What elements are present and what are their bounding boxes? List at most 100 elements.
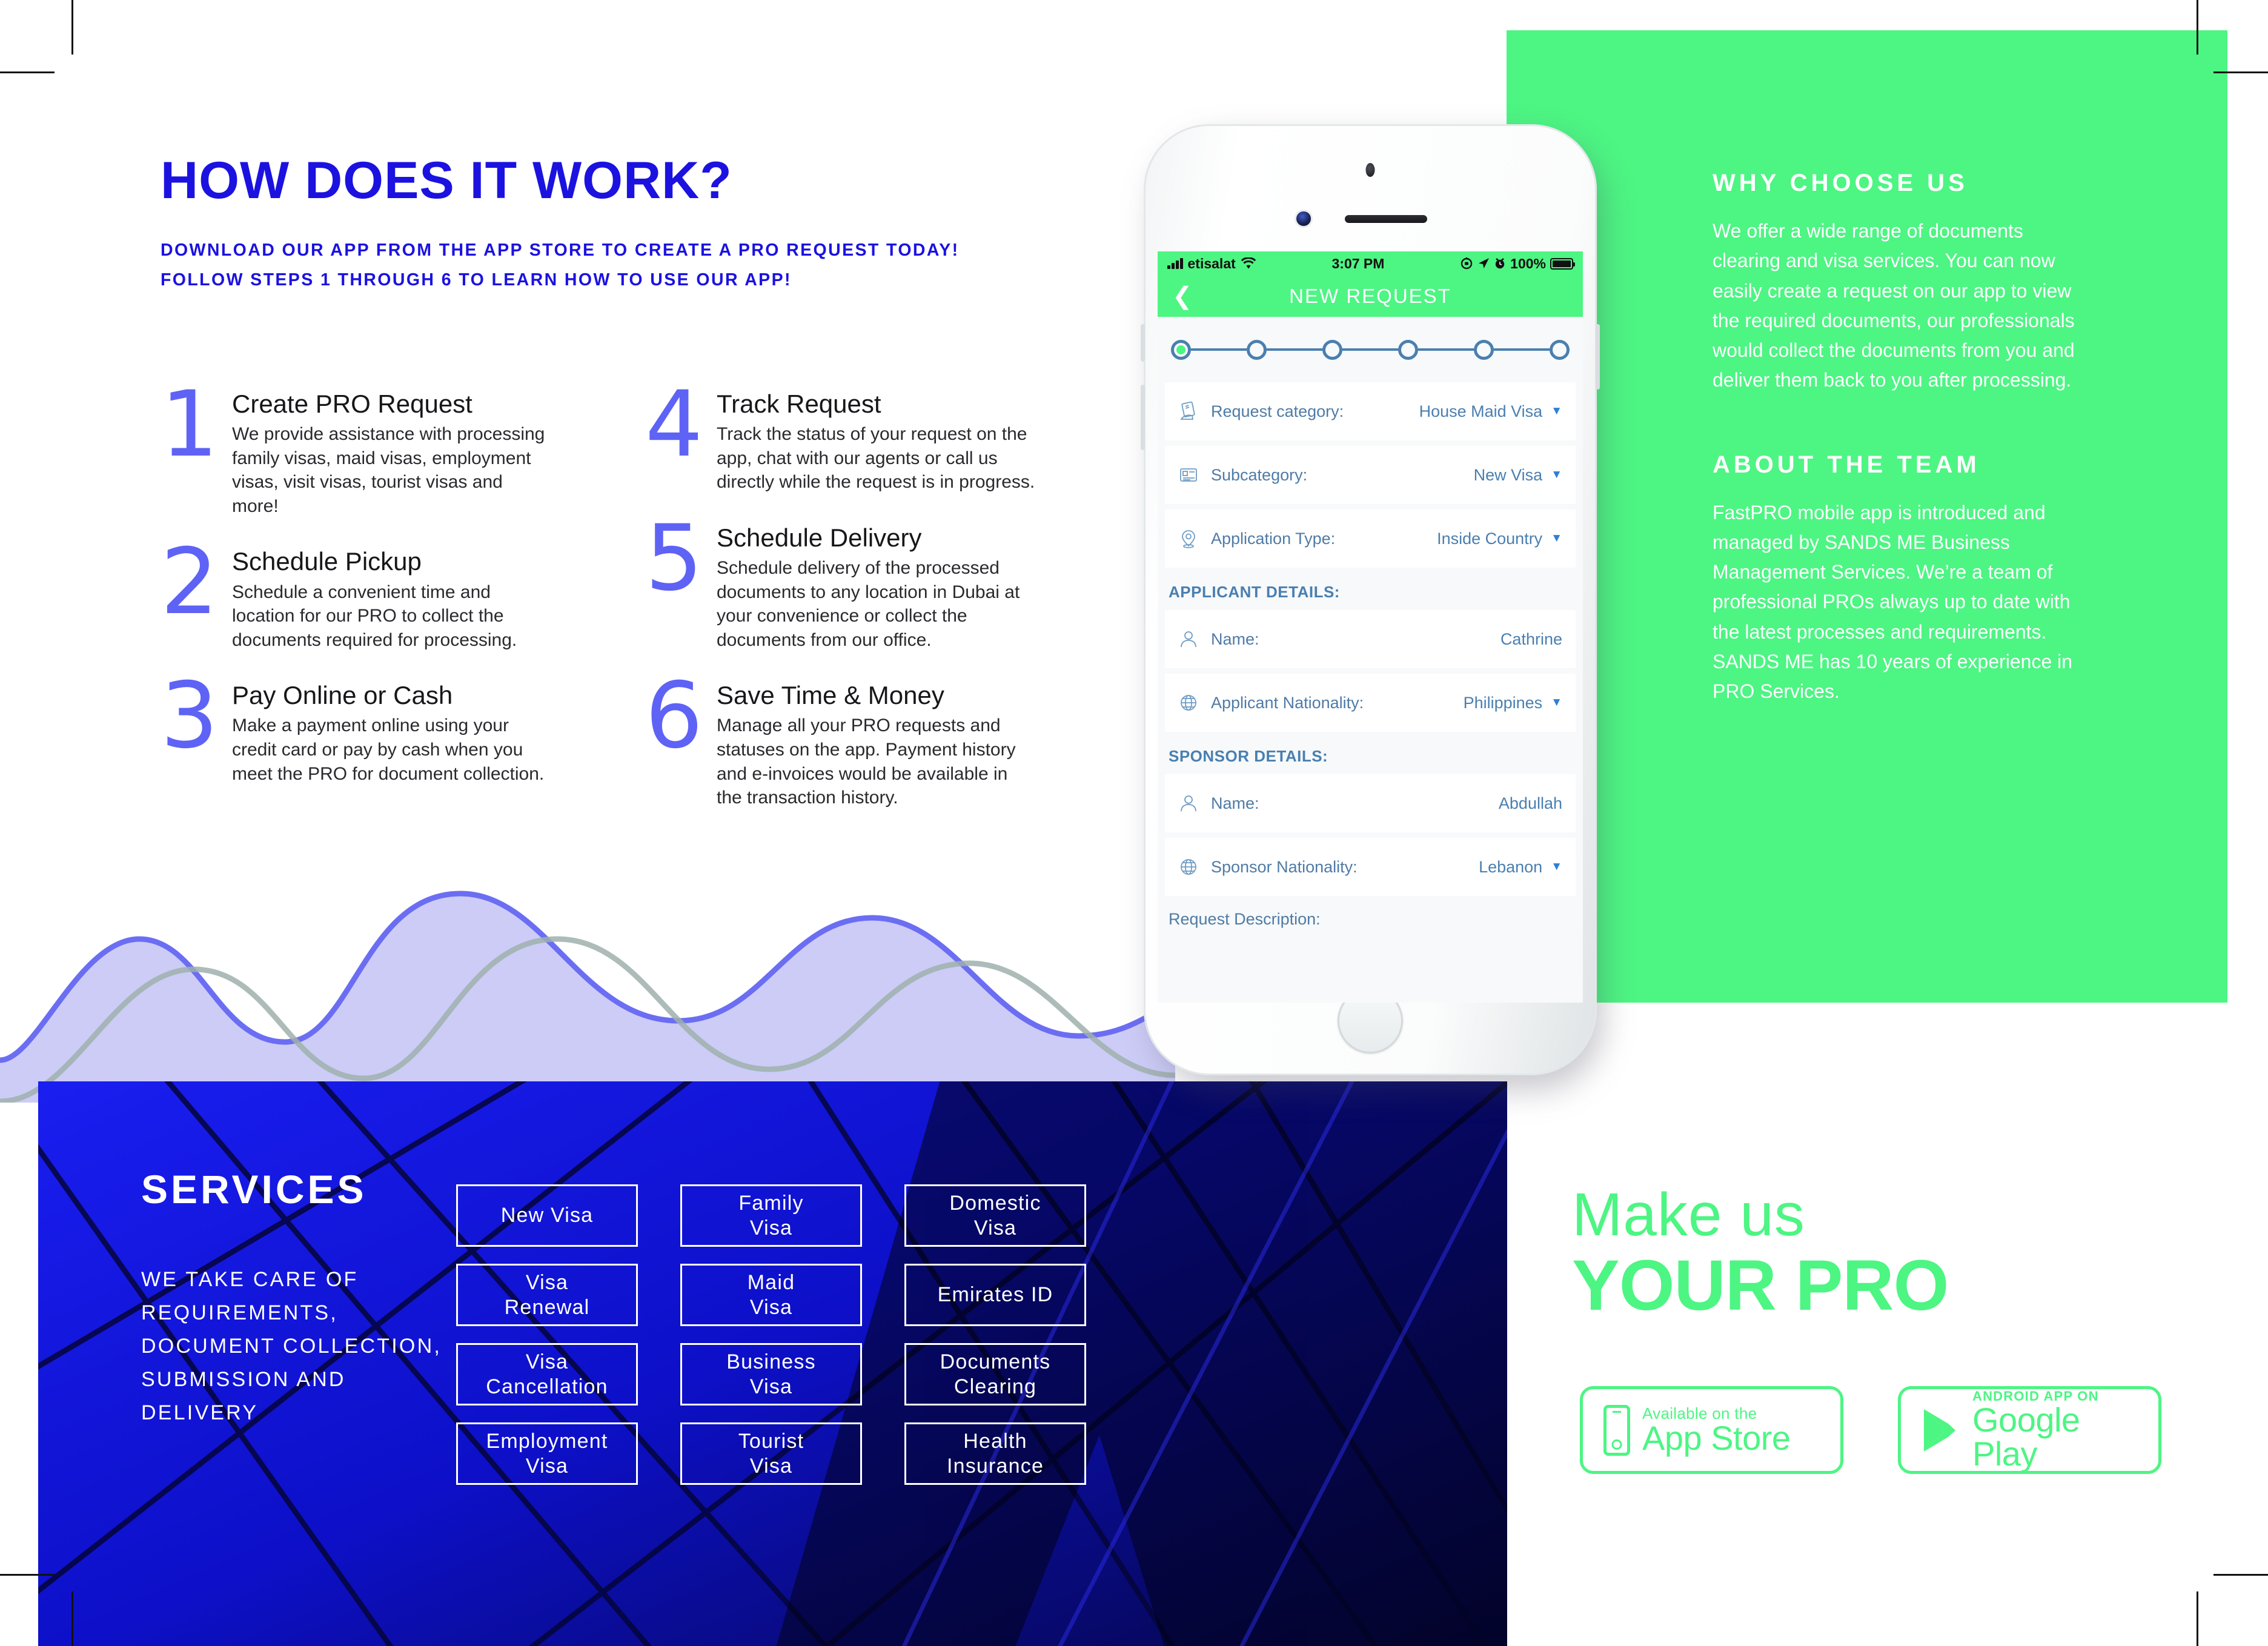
chevron-down-icon[interactable]: ▼ [1551, 468, 1562, 482]
store-badges: Available on the App Store ANDROID APP O… [1580, 1386, 2161, 1474]
service-box[interactable]: Documents Clearing [904, 1343, 1086, 1405]
stepper-connector [1494, 348, 1550, 351]
crop-mark-bottom-left-v [71, 1591, 73, 1646]
service-box[interactable]: Emirates ID [904, 1264, 1086, 1326]
chevron-down-icon[interactable]: ▼ [1551, 860, 1562, 874]
wave-decoration [0, 891, 1175, 1103]
signal-bars-icon [1167, 258, 1183, 269]
chevron-down-icon[interactable]: ▼ [1551, 532, 1562, 545]
service-box[interactable]: Health Insurance [904, 1422, 1086, 1485]
crop-mark-top-left-h [0, 71, 55, 73]
google-play-big-label: Google Play [1972, 1400, 2080, 1473]
step-title: Schedule Delivery [717, 523, 922, 552]
sponsor-name-row[interactable]: Name: Abdullah [1165, 774, 1576, 832]
progress-stepper [1158, 317, 1583, 382]
globe-icon [1178, 692, 1202, 713]
application-type-row[interactable]: Application Type: Inside Country ▼ [1165, 509, 1576, 568]
id-card-icon [1178, 401, 1202, 422]
page-title: HOW DOES IT WORK? [161, 151, 732, 210]
clock-label: 3:07 PM [1331, 255, 1385, 271]
row-value: House Maid Visa [1419, 402, 1543, 420]
why-choose-us-panel: WHY CHOOSE US We offer a wide range of d… [1507, 30, 2227, 1003]
crop-mark-bottom-right-v [2197, 1591, 2198, 1646]
row-label: Application Type: [1211, 529, 1336, 548]
stepper-dot-3[interactable] [1322, 339, 1342, 360]
how-it-works-section: HOW DOES IT WORK? DOWNLOAD OUR APP FROM … [161, 154, 1069, 295]
battery-full-icon [1550, 257, 1575, 270]
document-icon [1178, 465, 1202, 485]
service-box[interactable]: Family Visa [680, 1184, 862, 1247]
request-category-row[interactable]: Request category: House Maid Visa ▼ [1165, 382, 1576, 440]
person-icon [1178, 793, 1202, 814]
earpiece-speaker [1345, 215, 1427, 223]
step-description: Schedule delivery of the processed docum… [717, 557, 1020, 650]
rotation-lock-icon [1461, 257, 1473, 270]
step-item: 2 Schedule Pickup Schedule a convenient … [161, 537, 645, 652]
stepper-dot-5[interactable] [1474, 339, 1494, 360]
step-item: 6 Save Time & Money Manage all your PRO … [645, 663, 1069, 809]
cta-line-1: Make us [1572, 1181, 1805, 1249]
step-description: We provide assistance with processing fa… [232, 424, 545, 516]
google-play-badge[interactable]: ANDROID APP ON Google Play [1898, 1386, 2161, 1474]
row-value: Lebanon [1479, 857, 1543, 876]
battery-percent-label: 100% [1510, 255, 1546, 271]
row-value: Abdullah [1498, 794, 1562, 812]
phone-power-button[interactable] [1596, 324, 1600, 390]
location-arrow-icon [1479, 258, 1490, 268]
service-box[interactable]: Business Visa [680, 1343, 862, 1405]
sponsor-details-heading: SPONSOR DETAILS: [1169, 747, 1328, 765]
stepper-dot-2[interactable] [1247, 339, 1267, 360]
map-pin-icon [1178, 528, 1202, 549]
stepper-dot-6[interactable] [1550, 339, 1570, 360]
step-item: 5 Schedule Delivery Schedule delivery of… [645, 513, 1069, 652]
chevron-down-icon[interactable]: ▼ [1551, 696, 1562, 709]
status-bar: etisalat 3:07 PM 100% [1158, 251, 1583, 276]
step-title: Pay Online or Cash [232, 681, 453, 710]
step-title: Create PRO Request [232, 390, 472, 418]
phone-mockup: etisalat 3:07 PM 100% ❮ NEW REQUEST Requ… [1141, 124, 1610, 1090]
service-box[interactable]: New Visa [456, 1184, 638, 1247]
phone-volume-buttons[interactable] [1141, 385, 1145, 450]
step-number: 6 [645, 663, 703, 769]
row-label: Name: [1211, 629, 1259, 648]
service-box[interactable]: Visa Cancellation [456, 1343, 638, 1405]
crop-mark-top-right-h [2213, 71, 2268, 73]
services-title: SERVICES [141, 1167, 367, 1212]
stepper-connector [1342, 348, 1398, 351]
app-navigation-bar: ❮ NEW REQUEST [1158, 276, 1583, 317]
about-the-team-body: FastPRO mobile app is introduced and man… [1713, 501, 2073, 703]
row-label: Sponsor Nationality: [1211, 857, 1358, 876]
step-description: Manage all your PRO requests and statuse… [717, 715, 1016, 808]
service-box[interactable]: Tourist Visa [680, 1422, 862, 1485]
cta-block: Make us YOUR PRO [1572, 1181, 1949, 1326]
service-box[interactable]: Domestic Visa [904, 1184, 1086, 1247]
service-box[interactable]: Employment Visa [456, 1422, 638, 1485]
request-description-label: Request Description: [1169, 910, 1321, 928]
chevron-down-icon[interactable]: ▼ [1551, 405, 1562, 418]
app-store-badge[interactable]: Available on the App Store [1580, 1386, 1843, 1474]
cta-line-2: YOUR PRO [1572, 1246, 1949, 1326]
row-label: Subcategory: [1211, 465, 1308, 484]
applicant-name-row[interactable]: Name: Cathrine [1165, 610, 1576, 668]
service-box[interactable]: Maid Visa [680, 1264, 862, 1326]
row-label: Request category: [1211, 402, 1344, 420]
row-label: Name: [1211, 794, 1259, 812]
stepper-connector [1191, 348, 1247, 351]
person-icon [1178, 629, 1202, 649]
stepper-dot-4[interactable] [1398, 339, 1418, 360]
applicant-nationality-row[interactable]: Applicant Nationality: Philippines ▼ [1165, 674, 1576, 732]
row-label: Applicant Nationality: [1211, 693, 1364, 712]
phone-mute-switch[interactable] [1141, 324, 1145, 362]
services-blurb: WE TAKE CARE OF REQUIREMENTS, DOCUMENT C… [141, 1268, 442, 1425]
why-choose-us-body: We offer a wide range of documents clear… [1713, 220, 2075, 391]
step-title: Track Request [717, 390, 881, 418]
row-value: Cathrine [1500, 629, 1562, 648]
stepper-dot-1[interactable] [1171, 339, 1191, 360]
subcategory-row[interactable]: Subcategory: New Visa ▼ [1165, 446, 1576, 504]
row-value: Inside Country [1437, 529, 1543, 548]
sponsor-nationality-row[interactable]: Sponsor Nationality: Lebanon ▼ [1165, 838, 1576, 896]
page-subtitle: DOWNLOAD OUR APP FROM THE APP STORE TO C… [161, 241, 960, 290]
service-box[interactable]: Visa Renewal [456, 1264, 638, 1326]
steps-list: 1 Create PRO Request We provide assistan… [161, 379, 1081, 834]
wifi-icon [1241, 257, 1256, 269]
